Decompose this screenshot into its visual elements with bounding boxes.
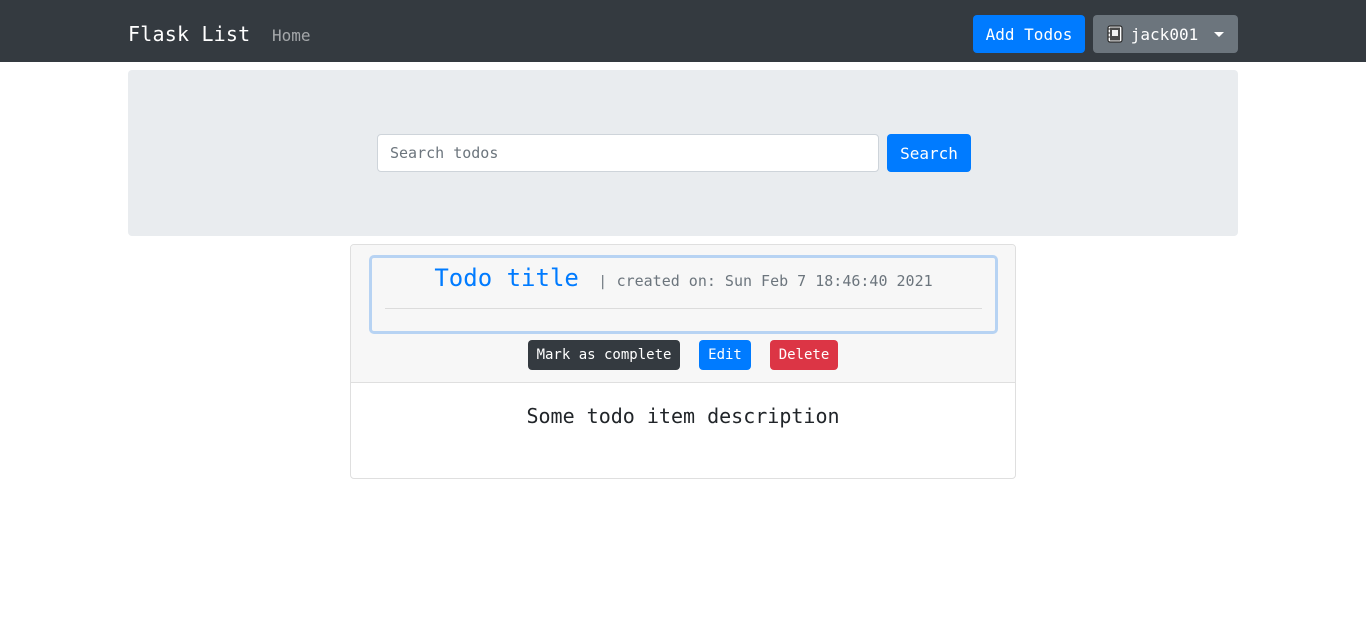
todo-description: Some todo item description bbox=[526, 404, 840, 428]
search-button[interactable]: Search bbox=[887, 134, 971, 172]
caret-down-icon bbox=[1214, 31, 1225, 37]
search-jumbotron: Search bbox=[128, 70, 1238, 236]
todo-title[interactable]: Todo title bbox=[434, 264, 579, 292]
todo-card: Todo title | created on: Sun Feb 7 18:46… bbox=[350, 244, 1016, 479]
title-separator: | bbox=[598, 274, 607, 290]
todo-card-header: Todo title | created on: Sun Feb 7 18:46… bbox=[351, 245, 1015, 383]
todo-card-body: Some todo item description bbox=[351, 384, 1015, 478]
todo-created-date: created on: Sun Feb 7 18:46:40 2021 bbox=[616, 272, 933, 290]
mark-complete-button[interactable]: Mark as complete bbox=[528, 340, 680, 370]
navbar: Flask List Home Add Todos jack001 bbox=[0, 0, 1366, 62]
user-name-label: jack001 bbox=[1130, 24, 1199, 44]
delete-button[interactable]: Delete bbox=[770, 340, 838, 370]
add-todos-button[interactable]: Add Todos bbox=[973, 15, 1085, 53]
edit-button[interactable]: Edit bbox=[699, 340, 751, 370]
user-menu-button[interactable]: jack001 bbox=[1093, 15, 1238, 53]
brand-link[interactable]: Flask List bbox=[128, 22, 250, 46]
title-divider bbox=[385, 308, 982, 309]
todo-title-box: Todo title | created on: Sun Feb 7 18:46… bbox=[369, 255, 998, 334]
todo-title-line: Todo title | created on: Sun Feb 7 18:46… bbox=[372, 264, 995, 292]
notebook-icon bbox=[1107, 25, 1123, 43]
nav-home-link[interactable]: Home bbox=[272, 26, 311, 45]
search-input[interactable] bbox=[377, 134, 879, 172]
